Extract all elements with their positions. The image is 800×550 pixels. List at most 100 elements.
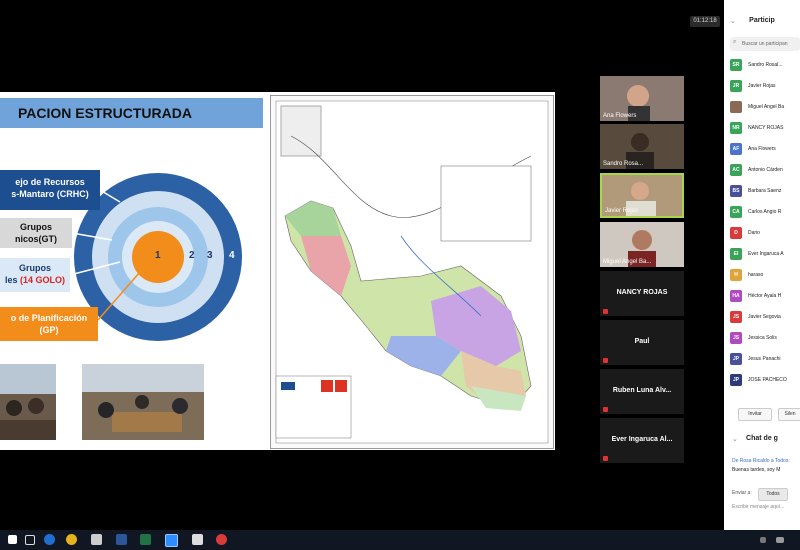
send-to-select[interactable]: Todos — [758, 488, 788, 501]
video-tile-miguel-angel[interactable]: Miguel Angel Ba... — [600, 222, 684, 267]
video-tile-paul[interactable]: Paul — [600, 320, 684, 365]
participant-name: Dario — [748, 230, 760, 236]
chrome-icon[interactable] — [66, 534, 77, 545]
presentation-slide: PACION ESTRUCTURADA 1 2 3 4 ejo de Recur… — [0, 92, 555, 450]
chat-message-input[interactable]: Escribir mensaje aquí... — [732, 504, 784, 510]
avatar — [730, 100, 742, 113]
participant-name: Carlos Angio R — [748, 209, 782, 215]
participant-name: Ever Ingaruca A — [748, 251, 784, 257]
participant-row[interactable]: BS Barbara Saenz — [730, 184, 800, 198]
video-tile-javier-rojas[interactable]: Javier Rojas — [600, 173, 684, 218]
participant-name: Miguel Angel Ba — [748, 104, 785, 110]
avatar: AF — [730, 142, 742, 155]
map-graphic — [275, 100, 549, 444]
video-tile-ruben-luna[interactable]: Ruben Luna Alv... — [600, 369, 684, 414]
participant-name: JOSE PACHECO — [748, 377, 787, 383]
avatar: JP — [730, 352, 742, 365]
zoom-icon[interactable] — [165, 534, 178, 547]
search-icon: ⌕ — [733, 39, 737, 45]
participant-row[interactable]: SR Sandro Rosal... — [730, 58, 800, 72]
participant-name: Héctor Ayala H — [748, 293, 782, 299]
participant-search-input[interactable]: Buscar un participan — [730, 37, 800, 51]
video-tile-ana-flowers[interactable]: Ana Flowers — [600, 76, 684, 121]
avatar: SR — [730, 58, 742, 71]
app-icon[interactable] — [192, 534, 203, 545]
participant-row[interactable]: AC Antonio Cárden — [730, 163, 800, 177]
avatar: HA — [730, 289, 742, 302]
muted-mic-icon — [603, 407, 608, 412]
meeting-photo-1 — [0, 364, 56, 440]
participant-name: Ana Flowers — [748, 146, 776, 152]
participant-name: NANCY ROJAS — [748, 125, 784, 131]
avatar: H — [730, 268, 742, 281]
windows-taskbar — [0, 530, 800, 550]
participants-panel: ⌄ Particip Buscar un participan ⌕ SR Sand… — [724, 0, 800, 530]
participant-row[interactable]: Miguel Angel Ba — [730, 100, 800, 114]
muted-mic-icon — [603, 456, 608, 461]
participant-name: Barbara Saenz — [748, 188, 782, 194]
video-name: Paul — [634, 338, 650, 345]
video-name: NANCY ROJAS — [616, 289, 668, 296]
participant-name: Javier Segovia — [748, 314, 781, 320]
participant-row[interactable]: JS Jessica Solis — [730, 331, 800, 345]
participant-row[interactable]: JP JOSE PACHECO — [730, 373, 800, 387]
participant-name: Javier Rojas — [748, 83, 776, 89]
acrobat-icon[interactable] — [216, 534, 227, 545]
avatar: AC — [730, 163, 742, 176]
avatar: EI — [730, 247, 742, 260]
volume-icon[interactable] — [776, 537, 784, 543]
watershed-map — [270, 95, 554, 449]
participant-name: Jessica Solis — [748, 335, 777, 341]
avatar: NR — [730, 121, 742, 134]
avatar: CA — [730, 205, 742, 218]
video-name: Ever Ingaruca Al... — [611, 436, 673, 443]
video-name: Miguel Angel Ba... — [603, 259, 652, 265]
participant-row[interactable]: JS Javier Segovia — [730, 310, 800, 324]
video-name: Ana Flowers — [603, 113, 637, 119]
system-tray-icon[interactable] — [760, 537, 766, 543]
video-tile-nancy-rojas[interactable]: NANCY ROJAS — [600, 271, 684, 316]
chat-title: Chat de g — [746, 435, 778, 442]
video-name: Javier Rojas — [605, 208, 639, 214]
word-icon[interactable] — [116, 534, 127, 545]
avatar: D — [730, 226, 742, 239]
send-to-label: Enviar a: — [732, 490, 752, 496]
meeting-timer: 01:12:18 — [690, 16, 720, 27]
avatar: JS — [730, 310, 742, 323]
task-view-icon[interactable] — [25, 535, 35, 545]
connector-lines — [69, 189, 141, 321]
avatar: JP — [730, 373, 742, 386]
participant-row[interactable]: Hharaso — [730, 268, 800, 282]
meeting-photo-2 — [82, 364, 204, 440]
windows-start-icon[interactable] — [8, 535, 17, 544]
video-tile-ever-ingaruca[interactable]: Ever Ingaruca Al... — [600, 418, 684, 463]
participant-row[interactable]: JP Jesus Panachi — [730, 352, 800, 366]
video-name: Ruben Luna Alv... — [612, 387, 672, 394]
participant-row[interactable]: D Dario — [730, 226, 800, 240]
edge-browser-icon[interactable] — [44, 534, 55, 545]
avatar: JS — [730, 331, 742, 344]
avatar: JR — [730, 79, 742, 92]
panel-title: Particip — [749, 17, 775, 24]
avatar: BS — [730, 184, 742, 197]
participant-name: Antonio Cárden — [748, 167, 783, 173]
participant-row[interactable]: CA Carlos Angio R — [730, 205, 800, 219]
calculator-icon[interactable] — [91, 534, 102, 545]
participant-row[interactable]: NR NANCY ROJAS — [730, 121, 800, 135]
muted-mic-icon — [603, 309, 608, 314]
muted-mic-icon — [603, 358, 608, 363]
participant-row[interactable]: AF Ana Flowers — [730, 142, 800, 156]
participant-row[interactable]: HA Héctor Ayala H — [730, 289, 800, 303]
chat-message: Buenas tardes, soy M — [732, 467, 781, 473]
invite-button[interactable]: Invitar — [738, 408, 772, 421]
mute-all-button[interactable]: Silen — [778, 408, 800, 421]
excel-icon[interactable] — [140, 534, 151, 545]
video-tile-sandro-rosa[interactable]: Sandro Rosa... — [600, 124, 684, 169]
participant-row[interactable]: JR Javier Rojas — [730, 79, 800, 93]
participant-name: Sandro Rosal... — [748, 62, 783, 68]
video-name: Sandro Rosa... — [603, 161, 644, 167]
participant-name: Jesus Panachi — [748, 356, 781, 362]
participant-name: haraso — [748, 272, 764, 278]
chat-sender: De Rosa Ricaldo a Todos: — [732, 458, 790, 464]
participant-row[interactable]: EI Ever Ingaruca A — [730, 247, 800, 261]
